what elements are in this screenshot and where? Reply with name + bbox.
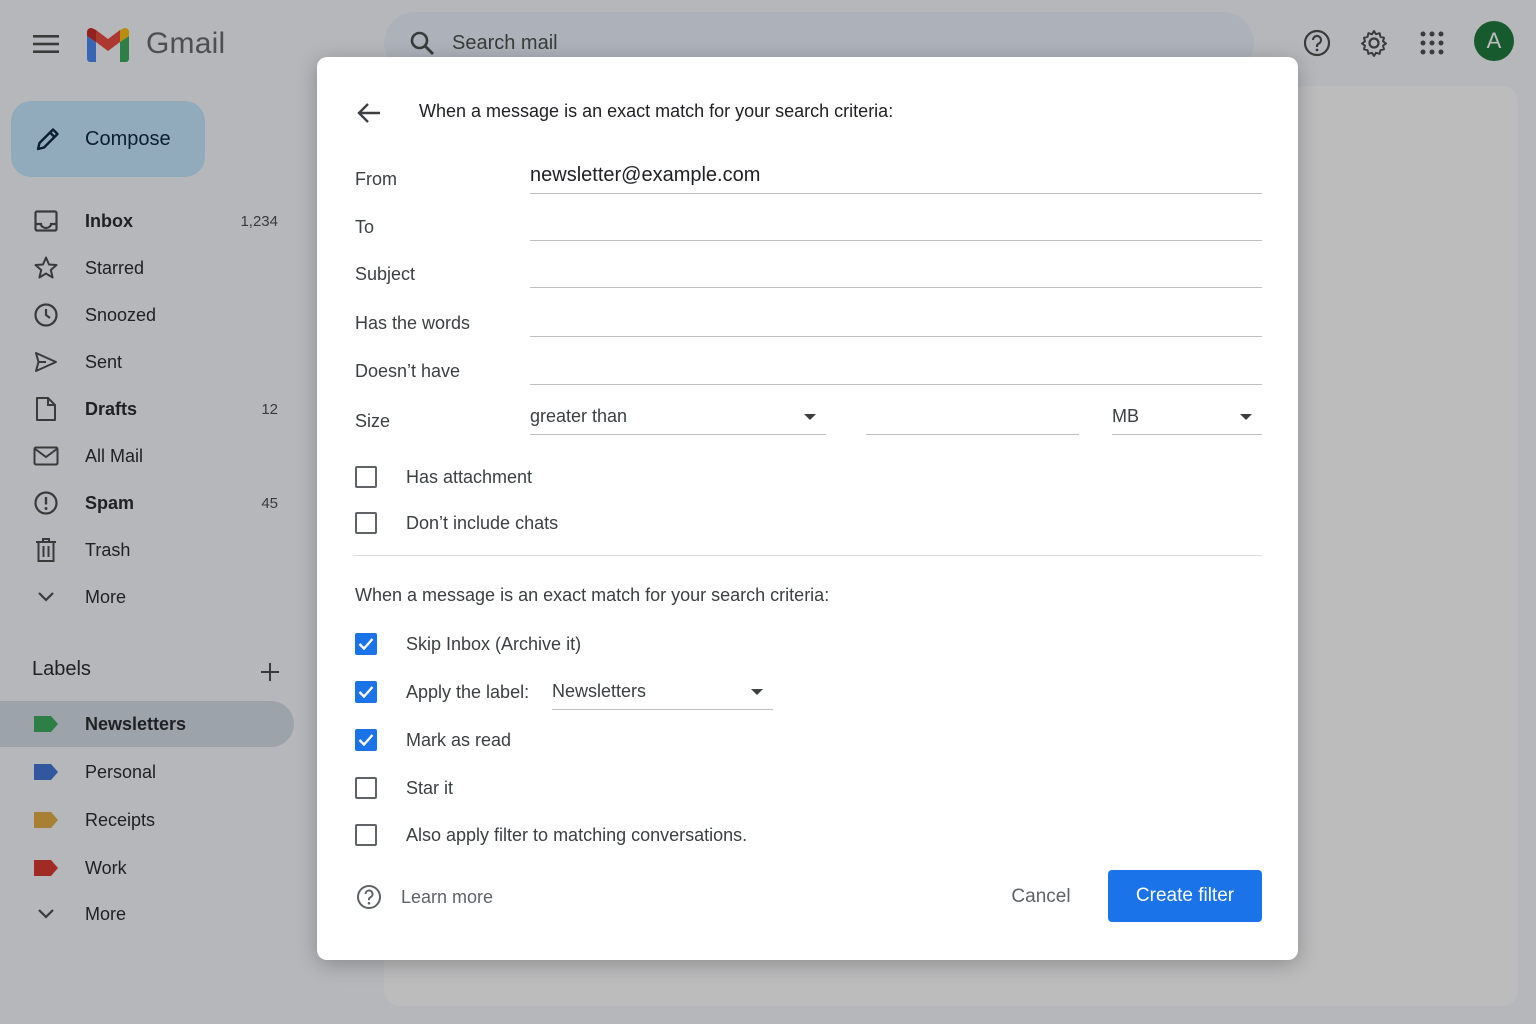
from-input[interactable] bbox=[530, 158, 1262, 193]
apply-label-select[interactable]: Newsletters bbox=[552, 674, 773, 710]
create-filter-dialog: When a message is an exact match for you… bbox=[317, 57, 1298, 960]
subject-input[interactable] bbox=[530, 252, 1262, 287]
skip-inbox-checkbox[interactable] bbox=[355, 633, 377, 655]
skip-inbox-row[interactable]: Skip Inbox (Archive it) bbox=[355, 629, 581, 659]
checkbox-label: Don’t include chats bbox=[406, 512, 559, 533]
star-it-row[interactable]: Star it bbox=[355, 773, 453, 803]
section-divider bbox=[353, 555, 1262, 556]
dialog-title: When a message is an exact match for you… bbox=[419, 101, 894, 121]
checkbox-label: Mark as read bbox=[406, 729, 512, 750]
dropdown-caret-icon bbox=[751, 689, 763, 695]
size-operator-select[interactable]: greater than bbox=[530, 399, 826, 435]
apply-label-checkbox[interactable] bbox=[355, 681, 377, 703]
doesnt-have-label: Doesn’t have bbox=[355, 361, 461, 381]
dont-include-chats-checkbox[interactable] bbox=[355, 512, 377, 534]
mark-as-read-row[interactable]: Mark as read bbox=[355, 725, 511, 755]
actions-heading: When a message is an exact match for you… bbox=[355, 585, 830, 605]
checkbox-label: Star it bbox=[406, 777, 454, 798]
dont-include-chats-row[interactable]: Don’t include chats bbox=[355, 508, 558, 538]
subject-field[interactable] bbox=[530, 252, 1262, 288]
checkbox-label: Has attachment bbox=[406, 466, 533, 487]
checkbox-label: Also apply filter to matching conversati… bbox=[406, 824, 748, 845]
dropdown-caret-icon bbox=[1240, 414, 1252, 420]
size-value-input[interactable] bbox=[866, 399, 1079, 434]
to-input[interactable] bbox=[530, 205, 1262, 240]
has-attachment-row[interactable]: Has attachment bbox=[355, 462, 532, 492]
to-label: To bbox=[355, 217, 375, 237]
apply-label-row[interactable]: Apply the label: bbox=[355, 677, 529, 707]
help-circle-icon[interactable] bbox=[355, 883, 383, 911]
learn-more-link[interactable]: Learn more bbox=[401, 887, 493, 908]
cancel-button[interactable]: Cancel bbox=[997, 875, 1085, 919]
size-value-field[interactable] bbox=[866, 399, 1079, 435]
has-words-field[interactable] bbox=[530, 301, 1262, 337]
back-arrow-icon[interactable] bbox=[351, 95, 387, 131]
mark-as-read-checkbox[interactable] bbox=[355, 729, 377, 751]
has-words-label: Has the words bbox=[355, 313, 471, 333]
size-label: Size bbox=[355, 411, 391, 431]
doesnt-have-field[interactable] bbox=[530, 349, 1262, 385]
size-operator-value: greater than bbox=[530, 406, 628, 426]
apply-label-value: Newsletters bbox=[552, 681, 647, 701]
apply-to-matching-row[interactable]: Also apply filter to matching conversati… bbox=[355, 820, 747, 850]
has-attachment-checkbox[interactable] bbox=[355, 466, 377, 488]
subject-label: Subject bbox=[355, 264, 416, 284]
star-it-checkbox[interactable] bbox=[355, 777, 377, 799]
checkmark-icon bbox=[358, 686, 374, 699]
doesnt-have-input[interactable] bbox=[530, 349, 1262, 384]
to-field[interactable] bbox=[530, 205, 1262, 241]
create-filter-button[interactable]: Create filter bbox=[1108, 870, 1262, 922]
has-words-input[interactable] bbox=[530, 301, 1262, 336]
from-field[interactable] bbox=[530, 158, 1262, 194]
checkbox-label: Skip Inbox (Archive it) bbox=[406, 633, 582, 654]
checkbox-label: Apply the label: bbox=[406, 681, 530, 702]
checkmark-icon bbox=[358, 734, 374, 747]
dropdown-caret-icon bbox=[804, 414, 816, 420]
apply-to-matching-checkbox[interactable] bbox=[355, 824, 377, 846]
checkmark-icon bbox=[358, 638, 374, 651]
from-label: From bbox=[355, 169, 397, 189]
size-unit-select[interactable]: MB bbox=[1112, 399, 1262, 435]
size-unit-value: MB bbox=[1112, 406, 1139, 426]
